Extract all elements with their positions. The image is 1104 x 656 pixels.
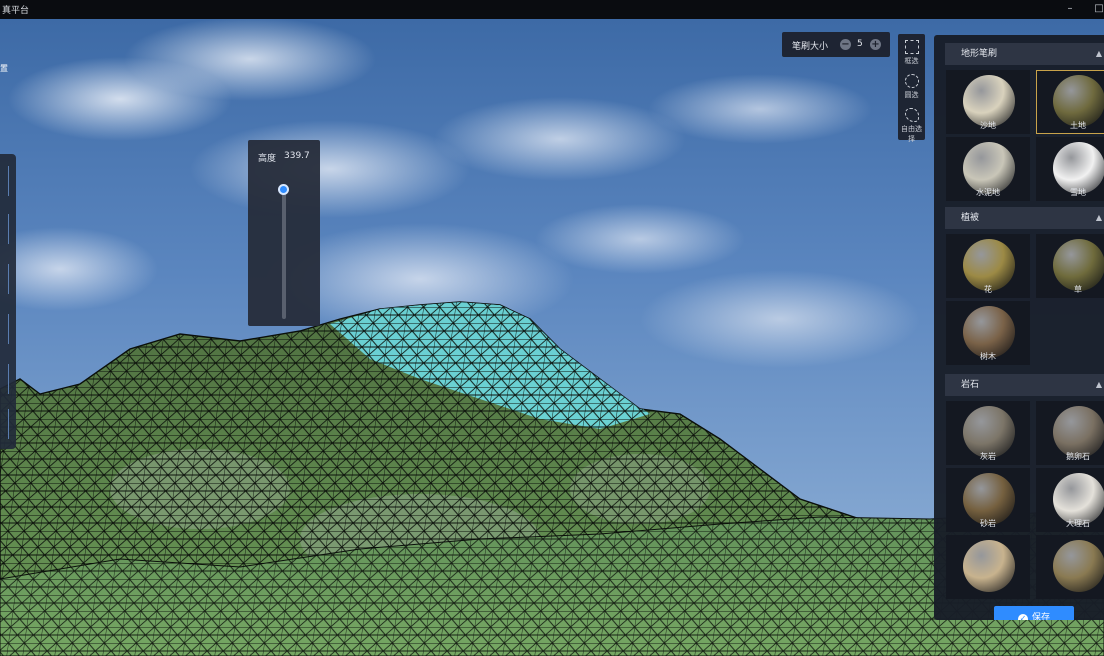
app-title: 真平台: [2, 6, 30, 16]
selection-tools: 框选 圆选 自由选择: [898, 34, 925, 143]
material-swatch: [963, 540, 1015, 592]
left-tool-6[interactable]: [3, 409, 9, 439]
material-label: 砂岩: [980, 519, 996, 528]
rect-select-button[interactable]: 框选: [898, 36, 925, 68]
left-tool-1[interactable]: [3, 166, 9, 196]
minimize-button[interactable]: –: [1063, 2, 1077, 16]
material-tile[interactable]: 大理石: [1036, 468, 1104, 532]
section-title: 地形笔刷: [961, 49, 998, 59]
left-tool-2[interactable]: [3, 214, 9, 244]
collapse-caret-icon: ▲: [1095, 380, 1102, 389]
left-panel-label: 置: [0, 64, 8, 73]
left-toolbar[interactable]: [0, 154, 16, 449]
material-tile-selected[interactable]: 土地: [1036, 70, 1104, 134]
material-tile[interactable]: 砂岩: [946, 468, 1030, 532]
collapse-caret-icon: ▲: [1095, 213, 1102, 222]
material-tile[interactable]: 灰岩: [946, 401, 1030, 465]
material-tile[interactable]: 鹅卵石: [1036, 401, 1104, 465]
3d-viewport[interactable]: 置 高度 339.7 笔刷大小 − 5 + 框选 圆选 自由选择 地形笔刷 ▲ …: [0, 19, 1104, 656]
brush-increase-button[interactable]: +: [870, 39, 881, 50]
left-tool-3[interactable]: [3, 264, 9, 294]
material-tile[interactable]: [946, 535, 1030, 599]
rect-select-label: 框选: [904, 57, 919, 65]
brush-size-label: 笔刷大小: [792, 42, 829, 52]
check-icon: ✓: [1017, 614, 1028, 620]
app-window: 真平台 – □ 置 高度 339.7 笔刷大小 − 5 + 框选 圆选 自由选择…: [0, 0, 1104, 656]
material-label: 沙地: [980, 121, 996, 130]
material-label: 草: [1074, 285, 1082, 294]
material-tile[interactable]: 草: [1036, 234, 1104, 298]
material-label: 灰岩: [980, 452, 996, 461]
circle-select-button[interactable]: 圆选: [898, 70, 925, 102]
section-header-vegetation[interactable]: 植被 ▲: [945, 207, 1104, 229]
height-label: 高度: [258, 154, 277, 164]
rect-select-icon: [904, 40, 919, 54]
material-swatch: [1053, 540, 1104, 592]
section-title: 植被: [961, 213, 980, 223]
brush-size-control: 笔刷大小 − 5 +: [782, 32, 890, 57]
circle-select-label: 圆选: [904, 91, 919, 99]
material-tile[interactable]: 树木: [946, 301, 1030, 365]
save-label: 保存: [1031, 613, 1050, 620]
section-title: 岩石: [961, 380, 980, 390]
height-slider-thumb[interactable]: [278, 183, 289, 195]
material-tile[interactable]: 花: [946, 234, 1030, 298]
free-select-label: 自由选择: [901, 125, 922, 143]
material-label: 水泥地: [976, 188, 1000, 197]
material-label: 土地: [1070, 121, 1086, 130]
section-header-terrain-brush[interactable]: 地形笔刷 ▲: [945, 43, 1104, 65]
free-select-icon: [904, 108, 919, 122]
height-slider-track[interactable]: [282, 185, 286, 319]
title-bar: 真平台 – □: [0, 0, 1104, 19]
material-label: 花: [984, 285, 992, 294]
material-label: 雪地: [1070, 188, 1086, 197]
maximize-button[interactable]: □: [1092, 2, 1104, 16]
material-label: 大理石: [1066, 519, 1090, 528]
collapse-caret-icon: ▲: [1095, 49, 1102, 58]
height-slider-panel: 高度 339.7: [248, 140, 320, 326]
save-button[interactable]: ✓ 保存: [994, 606, 1074, 620]
material-tile[interactable]: 沙地: [946, 70, 1030, 134]
brush-size-value: 5: [857, 39, 863, 49]
material-tile[interactable]: 水泥地: [946, 137, 1030, 201]
material-label: 树木: [980, 352, 996, 361]
left-tool-4[interactable]: [3, 314, 9, 344]
left-tool-5[interactable]: [3, 364, 9, 394]
brush-decrease-button[interactable]: −: [840, 39, 851, 50]
material-tile[interactable]: 雪地: [1036, 137, 1104, 201]
section-header-rock[interactable]: 岩石 ▲: [945, 374, 1104, 396]
material-panel: 地形笔刷 ▲ 沙地 土地 水泥地 雪地 植被 ▲ 花 草 树木 岩石 ▲ 灰岩 …: [934, 35, 1104, 620]
height-value: 339.7: [284, 151, 310, 161]
material-tile[interactable]: [1036, 535, 1104, 599]
free-select-button[interactable]: 自由选择: [898, 104, 925, 143]
material-label: 鹅卵石: [1066, 452, 1090, 461]
circle-select-icon: [904, 74, 919, 88]
